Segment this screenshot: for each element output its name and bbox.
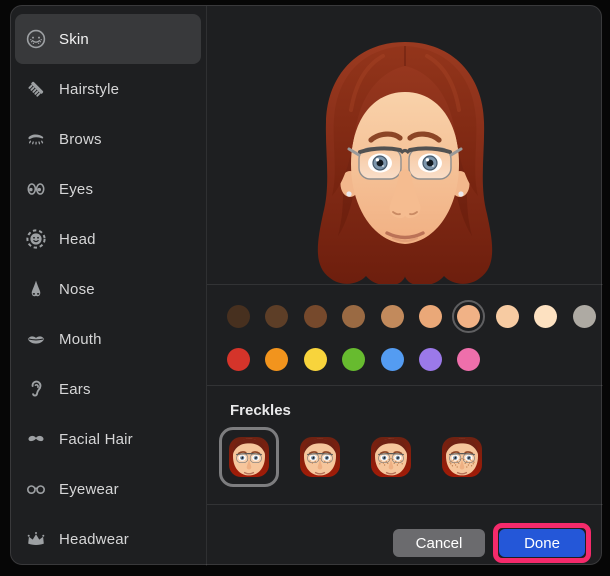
skin-tone-row: [227, 305, 596, 328]
freckles-option-medium[interactable]: [361, 427, 421, 487]
skin-tone-swatch-selected[interactable]: [457, 305, 480, 328]
freckles-label: Freckles: [230, 402, 291, 419]
memoji-editor-dialog: Skin Hairstyle Brows Eyes Head: [10, 5, 602, 565]
done-button[interactable]: Done: [499, 529, 585, 557]
editor-main-panel: Freckles: [206, 6, 603, 566]
sidebar-item-eyes[interactable]: Eyes: [15, 164, 201, 214]
sidebar-item-label: Ears: [59, 381, 91, 398]
freckles-panel: Freckles: [207, 385, 603, 504]
glasses-icon: [23, 477, 49, 501]
footer-bar: Cancel Done: [207, 504, 603, 566]
sidebar-item-label: Eyes: [59, 181, 93, 198]
skin-tone-swatch[interactable]: [534, 305, 557, 328]
sidebar-item-skin[interactable]: Skin: [15, 14, 201, 64]
eyes-icon: [23, 177, 49, 201]
sidebar-item-label: Nose: [59, 281, 95, 298]
nose-icon: [23, 277, 49, 301]
color-swatch[interactable]: [227, 348, 250, 371]
skin-tone-swatch[interactable]: [573, 305, 596, 328]
sidebar-item-brows[interactable]: Brows: [15, 114, 201, 164]
color-swatch[interactable]: [457, 348, 480, 371]
skin-icon: [23, 27, 49, 51]
skin-tone-swatch[interactable]: [419, 305, 442, 328]
freckles-options-row: [219, 427, 492, 487]
sidebar-item-facial-hair[interactable]: Facial Hair: [15, 414, 201, 464]
brow-icon: [23, 127, 49, 151]
color-swatch[interactable]: [381, 348, 404, 371]
sidebar-item-headwear[interactable]: Headwear: [15, 514, 201, 564]
comb-icon: [23, 77, 49, 101]
sidebar-item-eyewear[interactable]: Eyewear: [15, 464, 201, 514]
skin-tone-swatch[interactable]: [304, 305, 327, 328]
mustache-icon: [23, 427, 49, 451]
sidebar-item-label: Headwear: [59, 531, 129, 548]
skin-tone-swatch[interactable]: [496, 305, 519, 328]
color-swatch[interactable]: [419, 348, 442, 371]
skin-tone-swatch[interactable]: [227, 305, 250, 328]
color-swatch[interactable]: [265, 348, 288, 371]
sidebar-item-label: Brows: [59, 131, 102, 148]
color-swatch[interactable]: [304, 348, 327, 371]
avatar-preview-panel: [207, 6, 603, 284]
head-icon: [23, 227, 49, 251]
sidebar-item-mouth[interactable]: Mouth: [15, 314, 201, 364]
cancel-button[interactable]: Cancel: [393, 529, 485, 557]
sidebar-item-hairstyle[interactable]: Hairstyle: [15, 64, 201, 114]
sidebar-item-head[interactable]: Head: [15, 214, 201, 264]
skin-tone-swatch[interactable]: [342, 305, 365, 328]
freckles-option-none[interactable]: [219, 427, 279, 487]
color-swatch[interactable]: [342, 348, 365, 371]
annotation-highlight-box: Done: [493, 523, 591, 563]
freckles-option-heavy[interactable]: [432, 427, 492, 487]
sidebar-item-label: Mouth: [59, 331, 102, 348]
sidebar-item-label: Eyewear: [59, 481, 119, 498]
memoji-avatar: [303, 38, 507, 284]
sidebar-item-ears[interactable]: Ears: [15, 364, 201, 414]
sidebar-item-nose[interactable]: Nose: [15, 264, 201, 314]
sidebar-item-label: Facial Hair: [59, 431, 133, 448]
accent-color-row: [227, 348, 480, 371]
crown-icon: [23, 527, 49, 551]
mouth-icon: [23, 327, 49, 351]
feature-sidebar: Skin Hairstyle Brows Eyes Head: [11, 6, 206, 564]
freckles-option-light[interactable]: [290, 427, 350, 487]
sidebar-item-label: Skin: [59, 31, 89, 48]
sidebar-item-label: Head: [59, 231, 96, 248]
skin-tone-swatch[interactable]: [265, 305, 288, 328]
skin-tone-palette: [207, 284, 603, 385]
skin-tone-swatch[interactable]: [381, 305, 404, 328]
sidebar-item-label: Hairstyle: [59, 81, 119, 98]
ear-icon: [23, 377, 49, 401]
